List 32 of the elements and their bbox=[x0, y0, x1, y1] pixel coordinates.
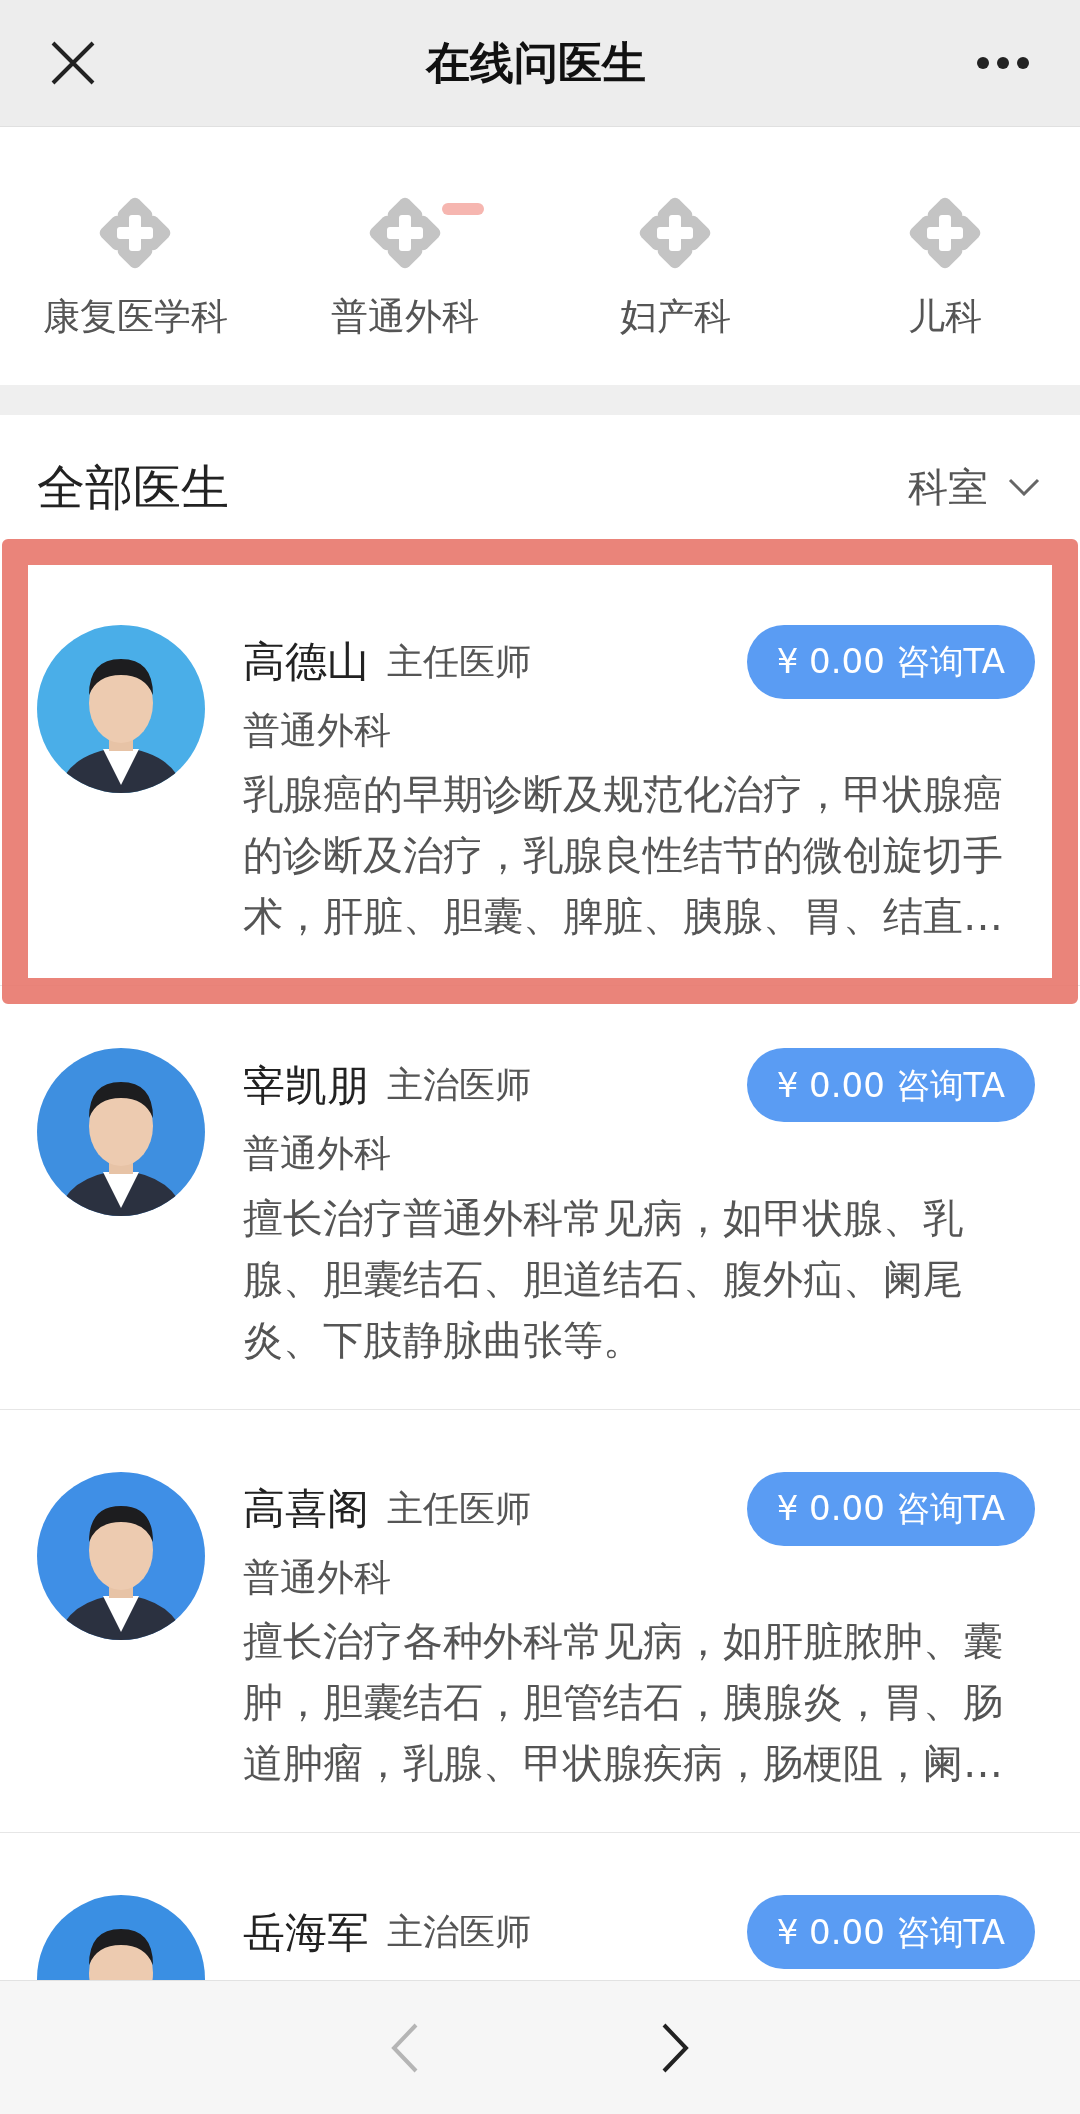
doctor-description: 乳腺癌的早期诊断及规范化治疗，甲状腺癌的诊断及治疗，乳腺良性结节的微创旋切手术，肝脏、胆囊、脾脏、胰腺、胃、结直… bbox=[243, 770, 1004, 941]
department-filter[interactable]: 科室 bbox=[908, 456, 1040, 517]
cross-icon bbox=[639, 197, 711, 269]
cross-icon bbox=[369, 197, 441, 269]
close-icon[interactable] bbox=[50, 40, 96, 86]
chevron-down-icon bbox=[1008, 477, 1040, 496]
cross-icon bbox=[99, 197, 171, 269]
forward-button[interactable] bbox=[660, 2021, 690, 2074]
doctor-title: 主治医师 bbox=[387, 1063, 531, 1107]
section-title: 全部医生 bbox=[37, 457, 229, 517]
doctor-description: 擅长治疗普通外科常见病，如甲状腺、乳腺、胆囊结石、胆道结石、腹外疝、阑尾炎、下肢静脉曲张等。 bbox=[243, 1193, 964, 1365]
doctor-card[interactable]: 高喜阁 主任医师 ¥ 0.00 咨询TA 普通外科 擅长治疗各种外科常见病，如肝脏脓肿、囊肿，胆囊结石，胆管结石，胰腺炎，胃、肠道肿瘤，乳腺、甲状腺疾病，肠梗阻，阑… bbox=[0, 1409, 1080, 1833]
page-title: 在线问医生 bbox=[424, 36, 647, 90]
doctor-card[interactable]: 高德山 主任医师 ¥ 0.00 咨询TA 普通外科 乳腺癌的早期诊断及规范化治疗，甲状腺癌的诊断及治疗，乳腺良性结节的微创旋切手术，肝脏、胆囊、脾脏、胰腺、胃、结直… bbox=[0, 562, 1080, 986]
cross-icon bbox=[909, 197, 981, 269]
doctor-card[interactable]: 宰凯朋 主治医师 ¥ 0.00 咨询TA 普通外科 擅长治疗普通外科常见病，如甲状腺、乳腺、胆囊结石、胆道结石、腹外疝、阑尾炎、下肢静脉曲张等。 bbox=[0, 986, 1080, 1410]
department-label[interactable]: 妇产科 bbox=[619, 289, 731, 345]
more-icon[interactable] bbox=[976, 56, 1030, 70]
doctor-title: 主治医师 bbox=[387, 1910, 531, 1954]
doctor-name: 高喜阁 bbox=[243, 1483, 369, 1535]
doctor-title: 主任医师 bbox=[387, 1486, 531, 1531]
doctor-name: 高德山 bbox=[243, 636, 369, 688]
doctor-department: 普通外科 bbox=[243, 1131, 392, 1177]
doctor-name: 岳海军 bbox=[243, 1906, 369, 1959]
doctor-department: 普通外科 bbox=[243, 1554, 392, 1601]
doctor-description: 擅长治疗各种外科常见病，如肝脏脓肿、囊肿，胆囊结石，胆管结石，胰腺炎，胃、肠道肿瘤，乳腺、甲状腺疾病，肠梗阻，阑… bbox=[243, 1617, 1004, 1788]
doctor-title: 主任医师 bbox=[387, 639, 531, 684]
department-label[interactable]: 普通外科 bbox=[331, 289, 479, 345]
doctor-name: 宰凯朋 bbox=[243, 1059, 369, 1112]
doctor-department: 普通外科 bbox=[243, 707, 392, 754]
department-label[interactable]: 儿科 bbox=[908, 289, 982, 345]
department-label[interactable]: 康复医学科 bbox=[42, 289, 228, 345]
